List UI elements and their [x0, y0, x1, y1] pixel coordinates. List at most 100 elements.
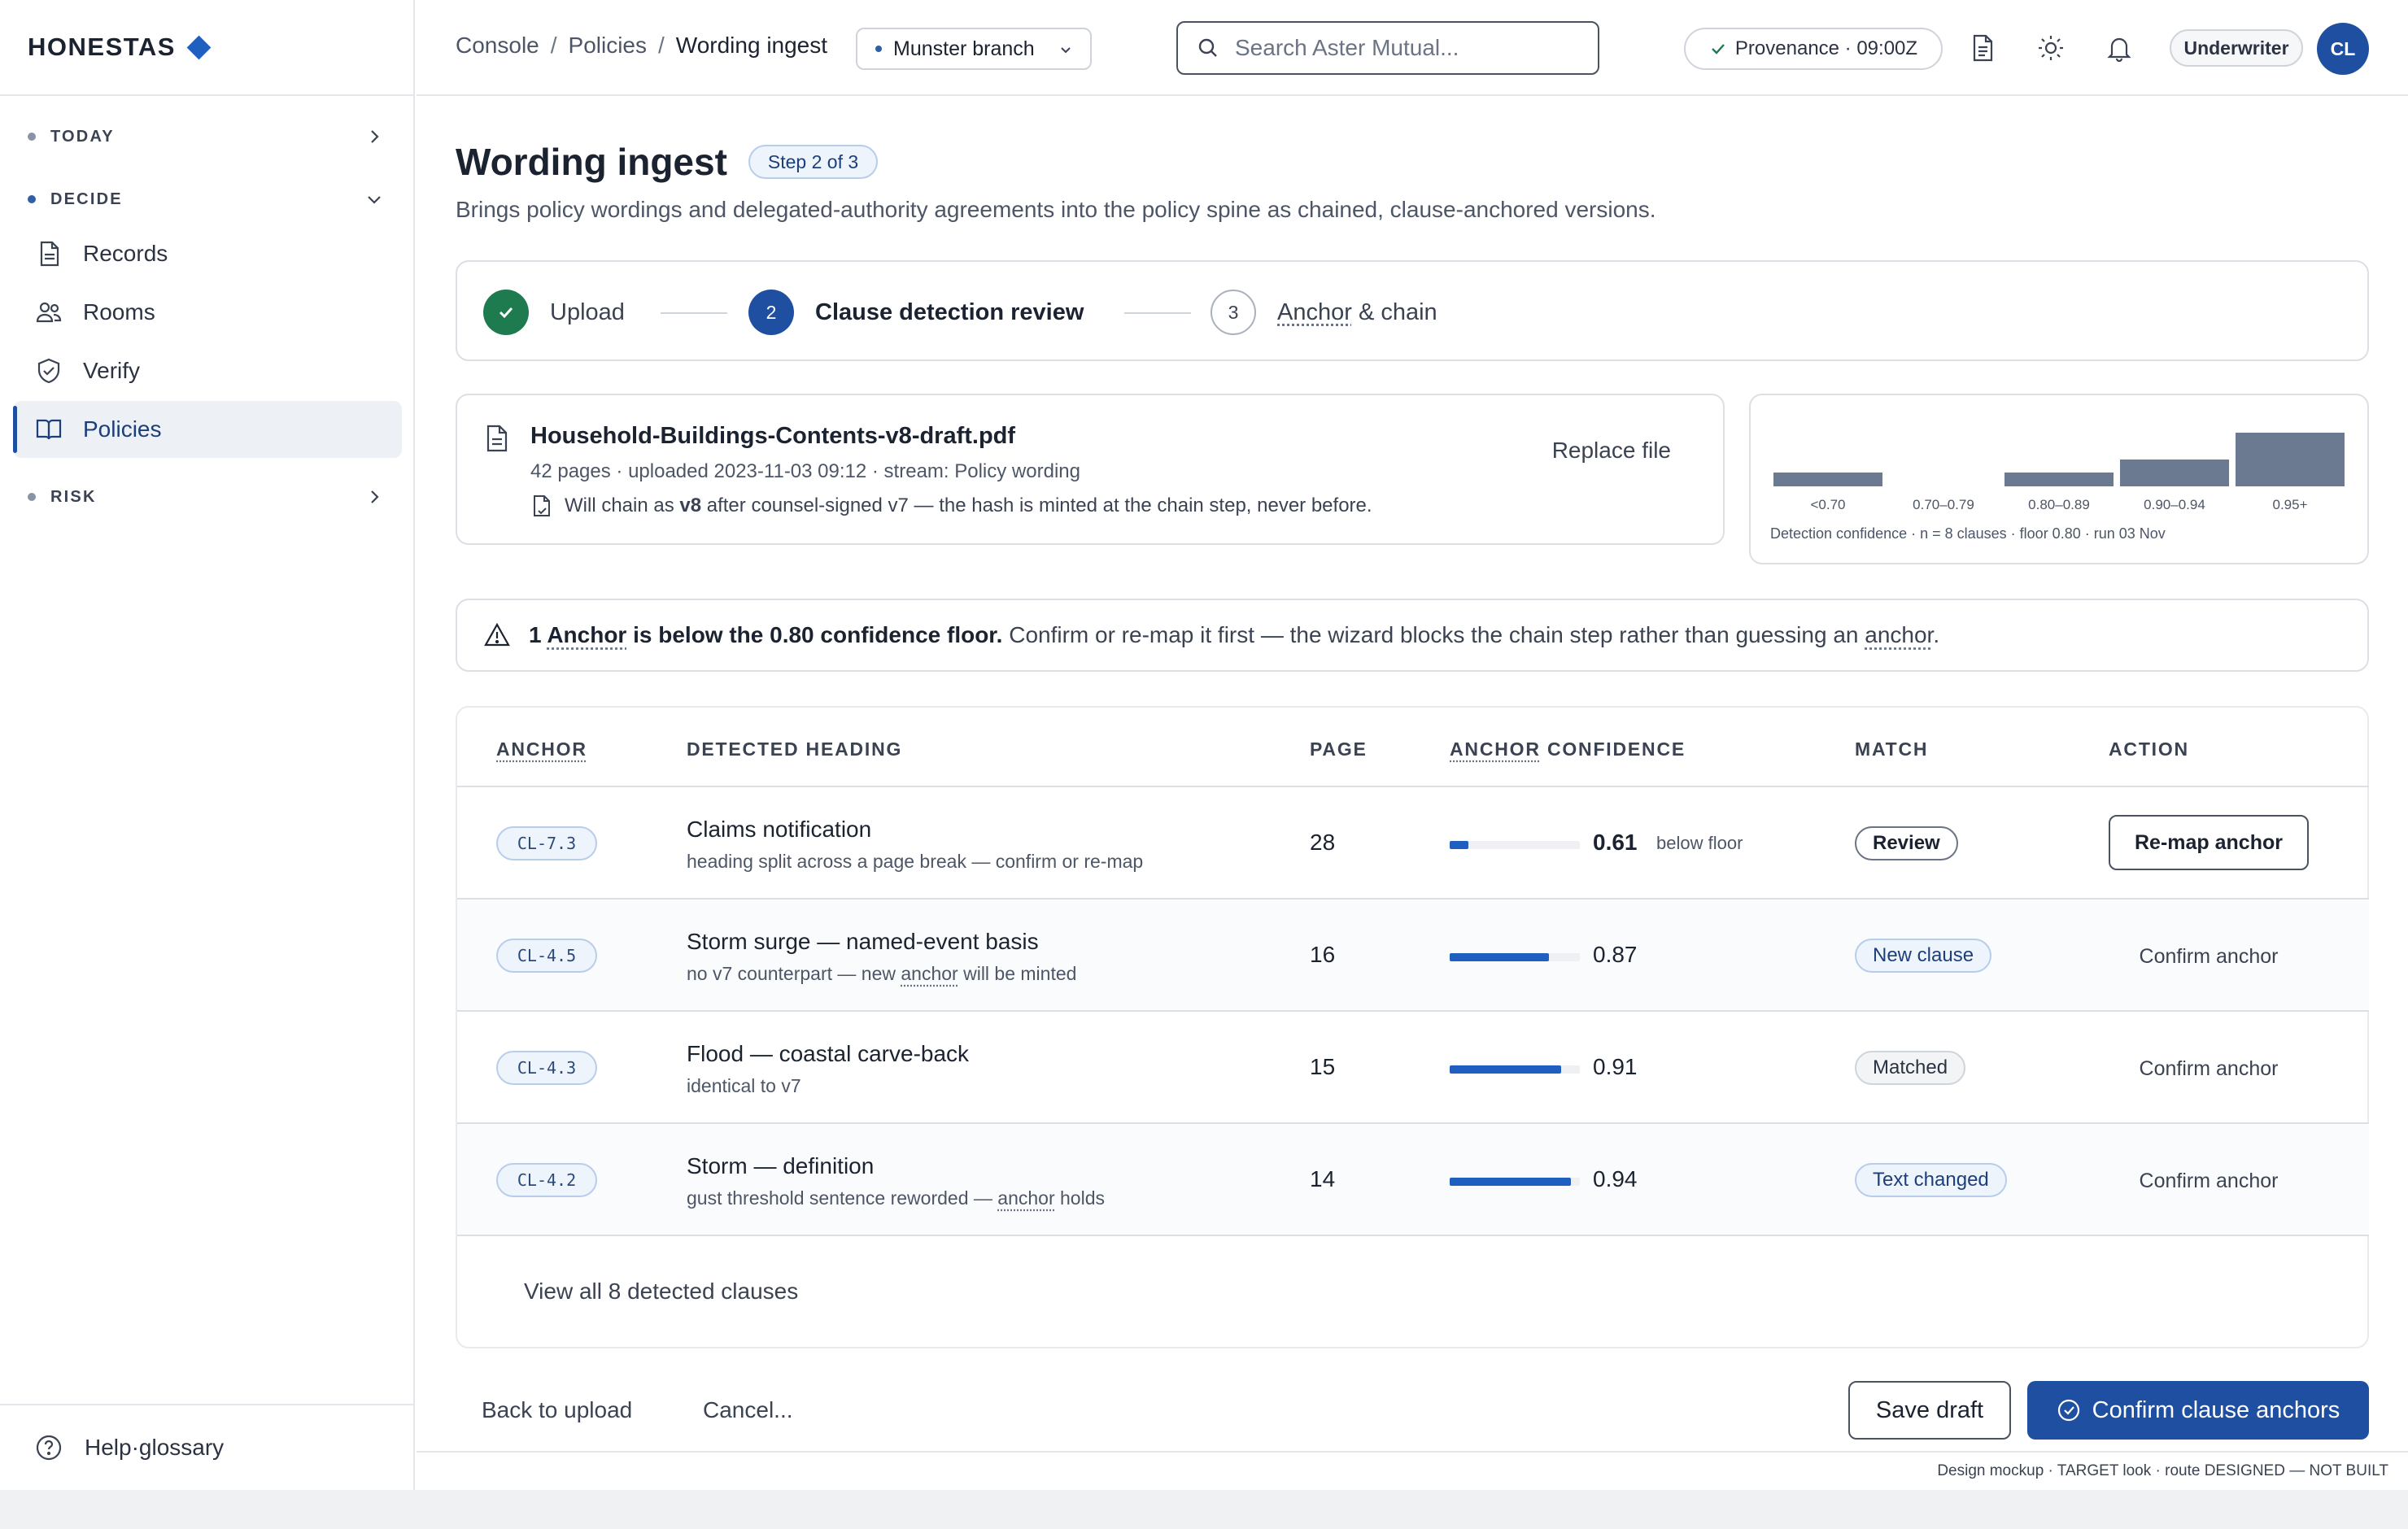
anchor-id-badge[interactable]: CL-7.3 [496, 826, 597, 860]
breadcrumb-console[interactable]: Console [456, 33, 539, 59]
sidebar-item-verify[interactable]: Verify [13, 342, 402, 399]
branch-label: Munster branch [893, 37, 1035, 60]
back-to-upload-link[interactable]: Back to upload [482, 1397, 632, 1423]
replace-file-button[interactable]: Replace file [1552, 438, 1671, 464]
avatar[interactable]: CL [2317, 23, 2369, 75]
file-meta: 42 pages · uploaded 2023-11-03 09:12 · s… [530, 460, 1080, 482]
cancel-link[interactable]: Cancel... [703, 1397, 793, 1423]
breadcrumb-policies[interactable]: Policies [569, 33, 647, 59]
search-icon [1198, 38, 1217, 57]
view-all-clauses-link[interactable]: View all 8 detected clauses [524, 1279, 798, 1305]
group-dot-icon [28, 493, 36, 501]
column-header-heading: DETECTED HEADING [687, 738, 903, 760]
anchor-id-badge[interactable]: CL-4.5 [496, 939, 597, 973]
confirm-clause-anchors-button[interactable]: Confirm clause anchors [2027, 1381, 2369, 1440]
confidence-value: 0.87 [1593, 942, 1638, 967]
remap-anchor-button[interactable]: Re-map anchor [2109, 815, 2309, 870]
check-icon [1712, 44, 1725, 54]
nav-group-risk[interactable]: RISK [0, 474, 415, 520]
column-header-anchor[interactable]: ANCHOR [496, 738, 587, 760]
search-input[interactable]: Search Aster Mutual... [1176, 21, 1599, 75]
step-label: Clause detection review [815, 298, 1084, 325]
check-circle-icon [2057, 1399, 2079, 1422]
column-header-confidence-rest: CONFIDENCE [1540, 738, 1686, 760]
nav-group-today[interactable]: TODAY [0, 114, 415, 159]
step-label: Anchor & chain [1277, 299, 1437, 326]
confidence-value: 0.61 [1593, 830, 1638, 855]
confidence-bar-fill [1450, 1065, 1561, 1074]
step-connector [1124, 312, 1191, 314]
detected-heading-note: gust threshold sentence reworded — ancho… [687, 1187, 1105, 1209]
heading-sub-pre: identical to v7 [687, 1075, 801, 1096]
page-number: 16 [1310, 942, 1336, 967]
sidebar-item-rooms[interactable]: Rooms [13, 284, 402, 341]
anchor-term[interactable]: anchor [901, 963, 958, 984]
confidence-bar [1450, 1065, 1580, 1074]
alert-body: Confirm or re-map it first — the wizard … [1002, 622, 1865, 647]
role-badge[interactable]: Underwriter [2170, 29, 2303, 67]
anchor-term[interactable]: anchor [997, 1187, 1054, 1209]
anchor-term[interactable]: Anchor [1277, 299, 1352, 325]
confidence-histogram-card: <0.70 0.70–0.79 0.80–0.89 0.90–0.94 0.95+ De… [1749, 394, 2369, 564]
help-glossary-link[interactable]: Help·glossary [0, 1404, 413, 1490]
chain-pre: Will chain as [565, 494, 680, 516]
anchor-term[interactable]: Anchor [547, 622, 626, 647]
anchor-term[interactable]: ANCHOR [1450, 738, 1541, 760]
confidence-bar [1450, 841, 1580, 849]
anchor-id-badge[interactable]: CL-4.3 [496, 1051, 597, 1085]
histogram-bar [1773, 473, 1882, 486]
breadcrumb: Console / Policies / Wording ingest [456, 33, 827, 59]
alert-count: 1 [529, 622, 542, 647]
provenance-label: Provenance · 09:00Z [1734, 37, 1918, 59]
sidebar-item-label: Verify [83, 358, 141, 383]
file-name: Household-Buildings-Contents-v8-draft.pd… [530, 423, 1016, 449]
branch-select[interactable]: Munster branch [856, 28, 1092, 70]
column-header-confidence: ANCHOR CONFIDENCE [1450, 738, 1686, 760]
detected-heading-note: heading split across a page break — conf… [687, 851, 1143, 873]
nav-group-decide[interactable]: DECIDE [0, 176, 415, 222]
confirm-label: Confirm clause anchors [2092, 1396, 2340, 1423]
book-icon [36, 419, 62, 440]
theme-sun-icon[interactable] [2035, 33, 2066, 63]
step-anchor-chain: 3 Anchor & chain [1211, 290, 1437, 335]
confirm-anchor-link[interactable]: Confirm anchor [2109, 945, 2309, 969]
column-header-match: MATCH [1855, 738, 1929, 760]
provenance-badge[interactable]: Provenance · 09:00Z [1684, 28, 1943, 70]
alert-end: . [1933, 622, 1940, 647]
histogram-bar [2236, 433, 2345, 486]
histogram-caption: Detection confidence · n = 8 clauses · f… [1770, 525, 2166, 542]
confirm-anchor-link[interactable]: Confirm anchor [2109, 1170, 2309, 1193]
anchor-term[interactable]: anchor [1865, 622, 1933, 647]
anchor-id-badge[interactable]: CL-4.2 [496, 1163, 597, 1197]
heading-sub-pre: gust threshold sentence reworded — [687, 1187, 998, 1209]
bell-icon[interactable] [2104, 33, 2135, 63]
title-row: Wording ingest Step 2 of 3 [456, 140, 879, 184]
match-status-badge: Text changed [1855, 1163, 2007, 1197]
clause-table: ANCHOR DETECTED HEADING PAGE ANCHOR CONF… [456, 706, 2369, 1348]
table-row: CL-4.5 Storm surge — named-event basis no … [457, 900, 2369, 1012]
step-label: Upload [550, 298, 625, 325]
detected-heading-note: no v7 counterpart — new anchor will be m… [687, 963, 1076, 985]
match-status-badge: Matched [1855, 1051, 1966, 1085]
sidebar-item-records[interactable]: Records [13, 225, 402, 282]
chevron-right-icon [371, 490, 379, 503]
breadcrumb-separator: / [658, 33, 665, 58]
confirm-anchor-link[interactable]: Confirm anchor [2109, 1057, 2309, 1081]
save-draft-button[interactable]: Save draft [1848, 1381, 2011, 1440]
confidence-note: below floor [1656, 833, 1743, 853]
warning-icon [484, 622, 510, 647]
heading-sub-post: will be minted [958, 963, 1077, 984]
brand[interactable]: HONESTAS [0, 0, 413, 96]
page-number: 28 [1310, 830, 1336, 855]
detected-heading: Flood — coastal carve-back [687, 1041, 970, 1066]
detected-heading-note: identical to v7 [687, 1075, 801, 1097]
confidence-bar [1450, 953, 1580, 961]
page-subtitle: Brings policy wordings and delegated-aut… [456, 197, 1656, 222]
document-list-icon[interactable] [1967, 33, 1998, 63]
step-upload[interactable]: Upload [483, 290, 625, 335]
breadcrumb-current: Wording ingest [675, 33, 828, 58]
nav-group-label: TODAY [50, 127, 115, 146]
alert-bold: 1 Anchor is below the 0.80 confidence fl… [529, 622, 1002, 647]
heading-sub-pre: heading split across a page break — conf… [687, 851, 1144, 872]
sidebar-item-policies[interactable]: Policies [13, 401, 402, 458]
